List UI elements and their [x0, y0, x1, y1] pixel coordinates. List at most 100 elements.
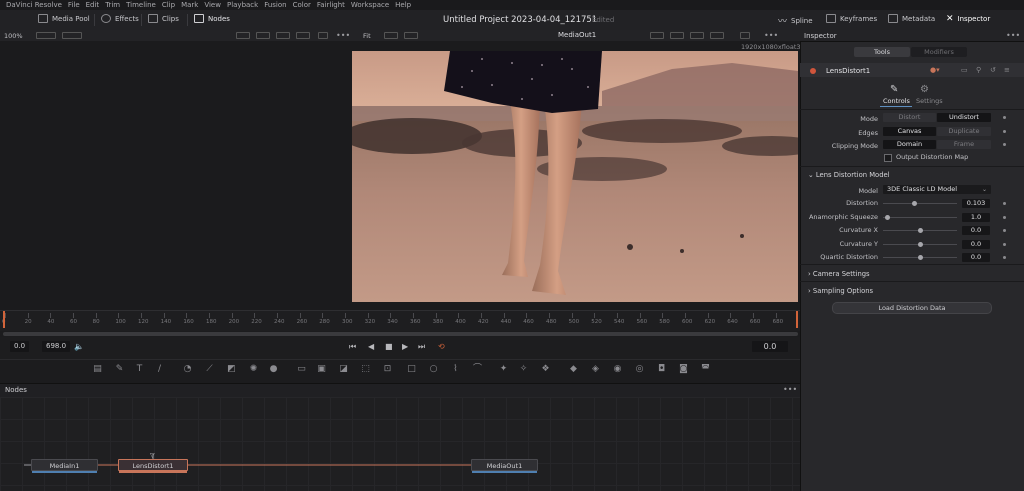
view-mode-button[interactable]: [384, 32, 398, 39]
curvature-y-slider-handle[interactable]: [918, 241, 923, 247]
menu-clip[interactable]: Clip: [162, 1, 175, 9]
more-options-icon[interactable]: •••: [1006, 31, 1020, 40]
controls-tab-icon[interactable]: ✎: [890, 84, 898, 95]
keyframe-dot-icon[interactable]: [1003, 116, 1006, 119]
camera3d-icon[interactable]: ◉: [612, 364, 623, 375]
keyframe-dot-icon[interactable]: [1003, 130, 1006, 133]
model-select[interactable]: 3DE Classic LD Model ⌄: [883, 185, 991, 194]
version-icon[interactable]: ▭: [961, 66, 968, 74]
spline-button[interactable]: 〰 Spline: [778, 14, 813, 28]
matte-control-icon[interactable]: ◪: [338, 364, 349, 375]
fullscreen-button[interactable]: [318, 32, 328, 39]
menu-view[interactable]: View: [204, 1, 221, 9]
go-to-end-icon[interactable]: ⏭: [418, 342, 425, 352]
lut-button-2[interactable]: [690, 32, 704, 39]
guides-button[interactable]: [296, 32, 310, 39]
edges-canvas-button[interactable]: Canvas: [883, 127, 936, 136]
anamorphic-squeeze-value-field[interactable]: 1.0: [962, 212, 990, 222]
curves-tool-icon[interactable]: ⟋: [204, 364, 215, 375]
layout-button[interactable]: [62, 32, 82, 39]
merge3d-icon[interactable]: ◈: [590, 364, 601, 375]
curvature-y-value-field[interactable]: 0.0: [962, 239, 990, 249]
menu-file[interactable]: File: [68, 1, 80, 9]
distortion-slider[interactable]: [883, 203, 957, 204]
camera-settings-section[interactable]: › Camera Settings: [808, 270, 870, 278]
shape3d-icon[interactable]: ◆: [568, 364, 579, 375]
edges-duplicate-button[interactable]: Duplicate: [937, 127, 991, 136]
keyframe-dot-icon[interactable]: [1003, 256, 1006, 259]
resize-tool-icon[interactable]: ⊡: [382, 364, 393, 375]
time-ruler[interactable]: 0204060801001201401601802002202402602803…: [0, 310, 800, 331]
keyframe-dot-icon[interactable]: [1003, 215, 1006, 219]
media-pool-button[interactable]: Media Pool: [38, 14, 90, 23]
inspector-button[interactable]: ✕ Inspector: [946, 14, 990, 24]
menu-timeline[interactable]: Timeline: [126, 1, 156, 9]
menu-workspace[interactable]: Workspace: [351, 1, 389, 9]
lens-model-section[interactable]: ⌄ Lens Distortion Model: [808, 171, 890, 179]
fullscreen-button-2[interactable]: [740, 32, 750, 39]
tab-tools[interactable]: Tools: [854, 47, 910, 57]
color-tag-icon[interactable]: ●▾: [930, 66, 940, 74]
compare-button[interactable]: [404, 32, 418, 39]
play-reverse-icon[interactable]: ◀: [368, 342, 374, 351]
keyframe-dot-icon[interactable]: [1003, 229, 1006, 232]
distortion-value-field[interactable]: 0.103: [962, 199, 990, 208]
roi-button[interactable]: [236, 32, 250, 39]
channel-button[interactable]: [256, 32, 270, 39]
node-mediain1[interactable]: MediaIn1: [31, 459, 98, 473]
lut-button[interactable]: [276, 32, 290, 39]
more-options-icon[interactable]: •••: [336, 31, 350, 40]
menu-help[interactable]: Help: [395, 1, 411, 9]
zoom-select[interactable]: 100%: [4, 32, 23, 40]
anamorphic-squeeze-slider-handle[interactable]: [884, 214, 890, 220]
settings-tab-icon[interactable]: ⚙: [920, 84, 929, 95]
quartic-distortion-slider-handle[interactable]: [918, 255, 923, 260]
curvature-x-value-field[interactable]: 0.0: [962, 226, 990, 235]
menu-edit[interactable]: Edit: [86, 1, 100, 9]
anamorphic-squeeze-slider[interactable]: [883, 216, 957, 218]
node-lensdistort1[interactable]: LensDistort1: [118, 459, 188, 473]
brightness-tool-icon[interactable]: ◩: [226, 364, 237, 375]
metadata-button[interactable]: Metadata: [888, 14, 935, 23]
node-enabled-icon[interactable]: [810, 68, 816, 74]
output-map-checkbox[interactable]: [884, 154, 892, 162]
renderer3d-icon[interactable]: ◘: [656, 364, 667, 375]
render-end-field[interactable]: 698.0: [42, 341, 71, 352]
more-options-icon[interactable]: •••: [783, 385, 797, 394]
viewer-left[interactable]: [0, 41, 352, 310]
channel-button-2[interactable]: [670, 32, 684, 39]
stop-icon[interactable]: ■: [385, 342, 393, 351]
menu-playback[interactable]: Playback: [227, 1, 258, 9]
timeline-scrubber[interactable]: [3, 332, 798, 336]
curvature-x-slider-handle[interactable]: [918, 228, 923, 233]
tab-settings[interactable]: Settings: [916, 97, 943, 105]
quartic-distortion-value-field[interactable]: 0.0: [962, 253, 990, 262]
menu-mark[interactable]: Mark: [181, 1, 198, 9]
bspline-mask-icon[interactable]: ⌒: [472, 364, 483, 375]
particle-emitter-icon[interactable]: ✦: [498, 364, 509, 375]
audio-icon[interactable]: 🔈: [74, 342, 84, 351]
clipping-domain-button[interactable]: Domain: [883, 140, 936, 149]
paint-tool-icon[interactable]: ✎: [114, 364, 125, 375]
pin-icon[interactable]: ⚲: [976, 66, 981, 74]
rectangle-mask-icon[interactable]: □: [406, 364, 417, 375]
play-icon[interactable]: ▶: [402, 342, 408, 351]
load-distortion-data-button[interactable]: Load Distortion Data: [832, 302, 992, 314]
settings-icon[interactable]: ≡: [1004, 66, 1010, 74]
mode-undistort-button[interactable]: Undistort: [937, 113, 991, 122]
go-to-start-icon[interactable]: ⏮: [349, 342, 356, 352]
keyframe-dot-icon[interactable]: [1003, 242, 1006, 246]
viewer-image[interactable]: [352, 51, 798, 302]
menu-trim[interactable]: Trim: [105, 1, 120, 9]
roi-button-2[interactable]: [650, 32, 664, 39]
background-tool-icon[interactable]: ▤: [92, 364, 103, 375]
current-time-field[interactable]: 0.0: [752, 341, 788, 352]
glow-tool-icon[interactable]: ✺: [248, 364, 259, 375]
playhead[interactable]: [3, 311, 5, 328]
menu-fusion[interactable]: Fusion: [264, 1, 286, 9]
clips-button[interactable]: Clips: [148, 14, 179, 23]
polygon-mask-icon[interactable]: ⌇: [450, 364, 461, 375]
blur-tool-icon[interactable]: ●: [268, 364, 279, 375]
sampling-options-section[interactable]: › Sampling Options: [808, 287, 873, 295]
tab-controls[interactable]: Controls: [883, 97, 910, 105]
